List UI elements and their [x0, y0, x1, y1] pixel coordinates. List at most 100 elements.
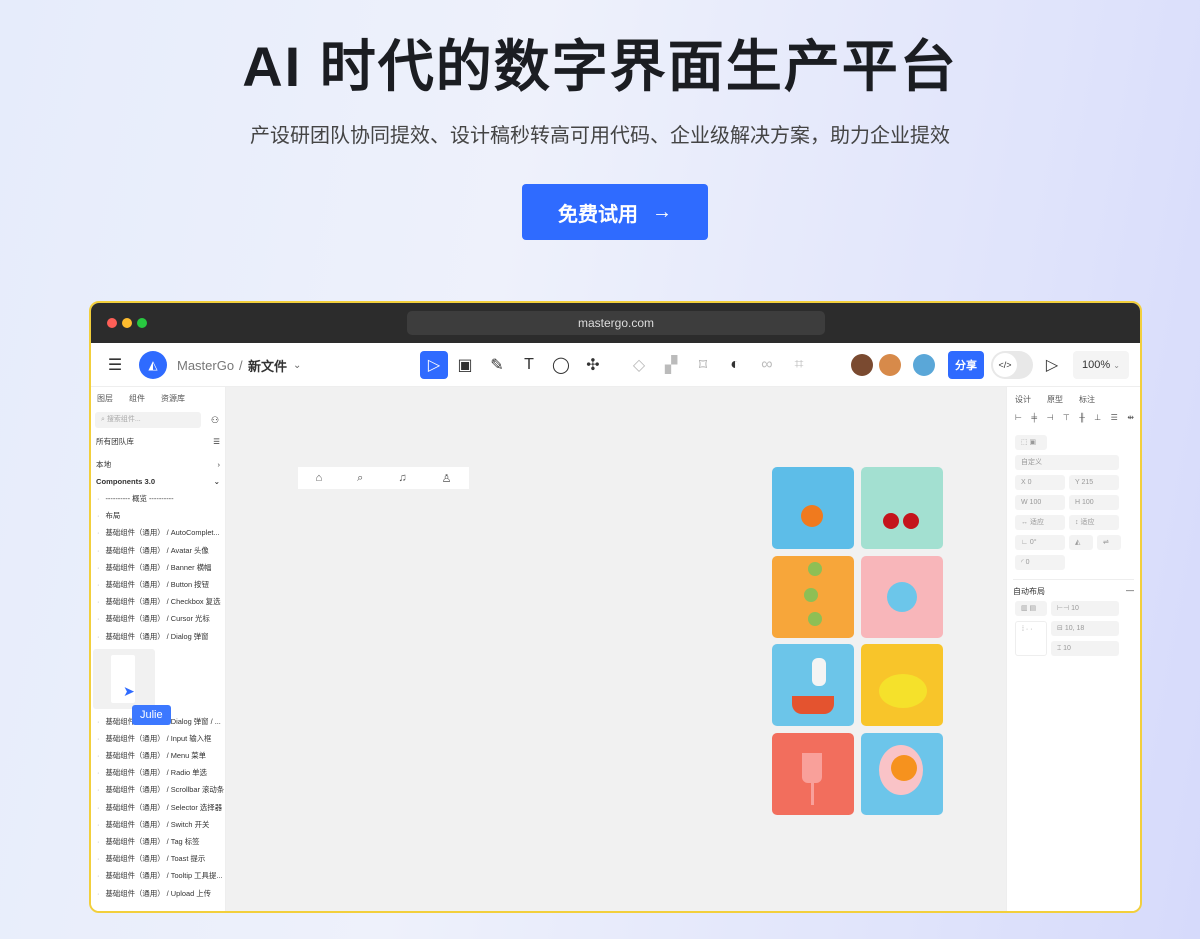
image-orange[interactable]	[772, 467, 854, 549]
comment-tool-icon[interactable]: ◯	[549, 351, 573, 379]
spacing-field[interactable]: ⌶ 10	[1051, 641, 1119, 656]
image-lollipop[interactable]	[861, 556, 943, 638]
menu-icon[interactable]: ☰	[105, 351, 125, 379]
tab-components[interactable]: 组件	[129, 393, 145, 404]
frame-mode-toggle[interactable]: ⬚ ▣	[1015, 435, 1047, 450]
preset-value: 自定义	[1021, 459, 1042, 466]
component-list-item[interactable]: 基础组件（通用） / Radio 单选	[91, 764, 225, 781]
image-cherry[interactable]	[861, 467, 943, 549]
arrow-right-icon: →	[652, 200, 672, 223]
zoom-select[interactable]: 100% ⌄	[1073, 351, 1129, 379]
align-right-icon[interactable]: ⊣	[1046, 413, 1053, 422]
component-list-item[interactable]: 基础组件（通用） / Button 按钮	[91, 576, 225, 593]
component-preview[interactable]: ➤	[93, 648, 155, 709]
plugin-icon[interactable]: ✣	[581, 351, 605, 379]
align-vcenter-icon[interactable]: ╫	[1079, 413, 1085, 422]
distribute-h-icon[interactable]: ⇹	[1127, 413, 1134, 422]
tab-design[interactable]: 设计	[1015, 394, 1031, 405]
dev-mode-toggle[interactable]: </>	[991, 351, 1033, 379]
radius-field[interactable]: ◜ 0	[1015, 555, 1065, 570]
flip-h-icon[interactable]: ◭	[1069, 535, 1093, 550]
component-list-item[interactable]: 基础组件（通用） / AutoComplet...	[91, 524, 225, 541]
contrast-icon[interactable]: ◐	[723, 351, 747, 379]
canvas[interactable]: ⌂ ⌕ ♫ ♙	[226, 387, 1006, 911]
width-sizing-select[interactable]: ↔ 适应	[1015, 515, 1065, 530]
address-bar[interactable]: mastergo.com	[407, 311, 825, 335]
avatar[interactable]	[879, 354, 901, 376]
x-field[interactable]: X 0	[1015, 475, 1065, 490]
library-select[interactable]: 所有团队库	[96, 433, 134, 450]
rotation-field[interactable]: ∟ 0°	[1015, 535, 1065, 550]
crop-icon[interactable]: ⌗	[787, 351, 811, 379]
component-list-item[interactable]: 基础组件（通用） / Scrollbar 滚动条	[91, 781, 225, 798]
component-list-item[interactable]: 基础组件（通用） / Checkbox 复选	[91, 593, 225, 610]
alignment-grid[interactable]: ⁞ · ·	[1015, 621, 1047, 656]
pen-tool-icon[interactable]: ✎	[485, 351, 509, 379]
remove-auto-layout-icon[interactable]: —	[1126, 586, 1134, 597]
image-lemon[interactable]	[861, 644, 943, 726]
share-button[interactable]: 分享	[948, 351, 984, 379]
image-popcorn-pot[interactable]	[772, 644, 854, 726]
bounding-box-icon[interactable]: ⌑	[691, 351, 715, 379]
component-list-item[interactable]: 基础组件（通用） / Menu 菜单	[91, 747, 225, 764]
free-trial-button[interactable]: 免费试用 →	[522, 184, 708, 240]
list-icon[interactable]: ☰	[213, 433, 220, 450]
cta-label: 免费试用	[558, 203, 638, 226]
tab-assets[interactable]: 资源库	[161, 393, 185, 404]
align-hcenter-icon[interactable]: ╪	[1031, 413, 1037, 422]
padding-field[interactable]: ⊟ 10, 18	[1051, 621, 1119, 636]
distribute-icon[interactable]: ☰	[1111, 413, 1118, 422]
file-name[interactable]: 新文件	[248, 351, 287, 379]
component-list-item[interactable]: 基础组件（通用） / Switch 开关	[91, 816, 225, 833]
boolean-icon[interactable]: ▞	[659, 351, 683, 379]
close-dot[interactable]	[107, 318, 117, 328]
component-list-item[interactable]: ---------- 概览 ----------	[91, 490, 225, 507]
component-list-item[interactable]: 布局	[91, 507, 225, 524]
tab-bar-frame[interactable]: ⌂ ⌕ ♫ ♙	[298, 467, 469, 489]
play-icon[interactable]: ▷	[1041, 351, 1063, 379]
image-orange-drink[interactable]	[861, 733, 943, 815]
component-list-item[interactable]: 基础组件（通用） / Tooltip 工具提...	[91, 867, 225, 884]
component-list-item[interactable]: 基础组件（通用） / Upload 上传	[91, 885, 225, 902]
team-library-icon[interactable]: ⚇	[211, 415, 219, 426]
image-glass[interactable]	[772, 733, 854, 815]
avatar[interactable]	[913, 354, 935, 376]
text-tool-icon[interactable]: T	[517, 351, 541, 379]
tab-annotate[interactable]: 标注	[1079, 394, 1095, 405]
maximize-dot[interactable]	[137, 318, 147, 328]
component-list-item[interactable]: 基础组件（通用） / Banner 横幅	[91, 559, 225, 576]
avatar[interactable]	[851, 354, 873, 376]
align-bottom-icon[interactable]: ⊥	[1094, 413, 1101, 422]
component-list-item[interactable]: 基础组件（通用） / Selector 选择器	[91, 799, 225, 816]
preset-select[interactable]: 自定义	[1015, 455, 1119, 470]
component-list-item[interactable]: 基础组件（通用） / Avatar 头像	[91, 542, 225, 559]
align-top-icon[interactable]: ⊤	[1063, 413, 1070, 422]
link-icon[interactable]: ∞	[755, 351, 779, 379]
local-section[interactable]: 本地	[96, 456, 111, 473]
gap-field[interactable]: ⊢⊣ 10	[1051, 601, 1119, 616]
mastergo-logo[interactable]: ◭	[139, 351, 167, 379]
y-field[interactable]: Y 215	[1069, 475, 1119, 490]
height-field[interactable]: H 100	[1069, 495, 1119, 510]
component-icon[interactable]: ◇	[627, 351, 651, 379]
component-list-item[interactable]: 基础组件（通用） / Input 输入框	[91, 730, 225, 747]
chevron-down-icon[interactable]: ⌄	[293, 351, 301, 379]
minimize-dot[interactable]	[122, 318, 132, 328]
height-sizing-select[interactable]: ↕ 适应	[1069, 515, 1119, 530]
image-brussels-sprouts[interactable]	[772, 556, 854, 638]
move-tool-icon[interactable]: ▷	[420, 351, 448, 379]
component-list-item[interactable]: 基础组件（通用） / Dialog 弹窗	[91, 628, 225, 645]
component-list-item[interactable]: 基础组件（通用） / Cursor 光标	[91, 610, 225, 627]
width-field[interactable]: W 100	[1015, 495, 1065, 510]
tab-prototype[interactable]: 原型	[1047, 394, 1063, 405]
component-list-item[interactable]: 基础组件（通用） / Toast 提示	[91, 850, 225, 867]
tab-layers[interactable]: 图层	[97, 393, 113, 404]
align-left-icon[interactable]: ⊢	[1015, 413, 1022, 422]
group-components[interactable]: Components 3.0	[96, 473, 155, 490]
component-list-item[interactable]: 基础组件（通用） / Tag 标签	[91, 833, 225, 850]
frame-tool-icon[interactable]: ▣	[453, 351, 477, 379]
flip-v-icon[interactable]: ⇌	[1097, 535, 1121, 550]
search-input[interactable]: ⌕ 搜索组件...	[95, 412, 201, 428]
align-toolbar[interactable]: ⊢ ╪ ⊣ ⊤ ╫ ⊥ ☰ ⇹	[1015, 413, 1134, 422]
layout-direction-toggle[interactable]: ▥ ▤	[1015, 601, 1047, 616]
